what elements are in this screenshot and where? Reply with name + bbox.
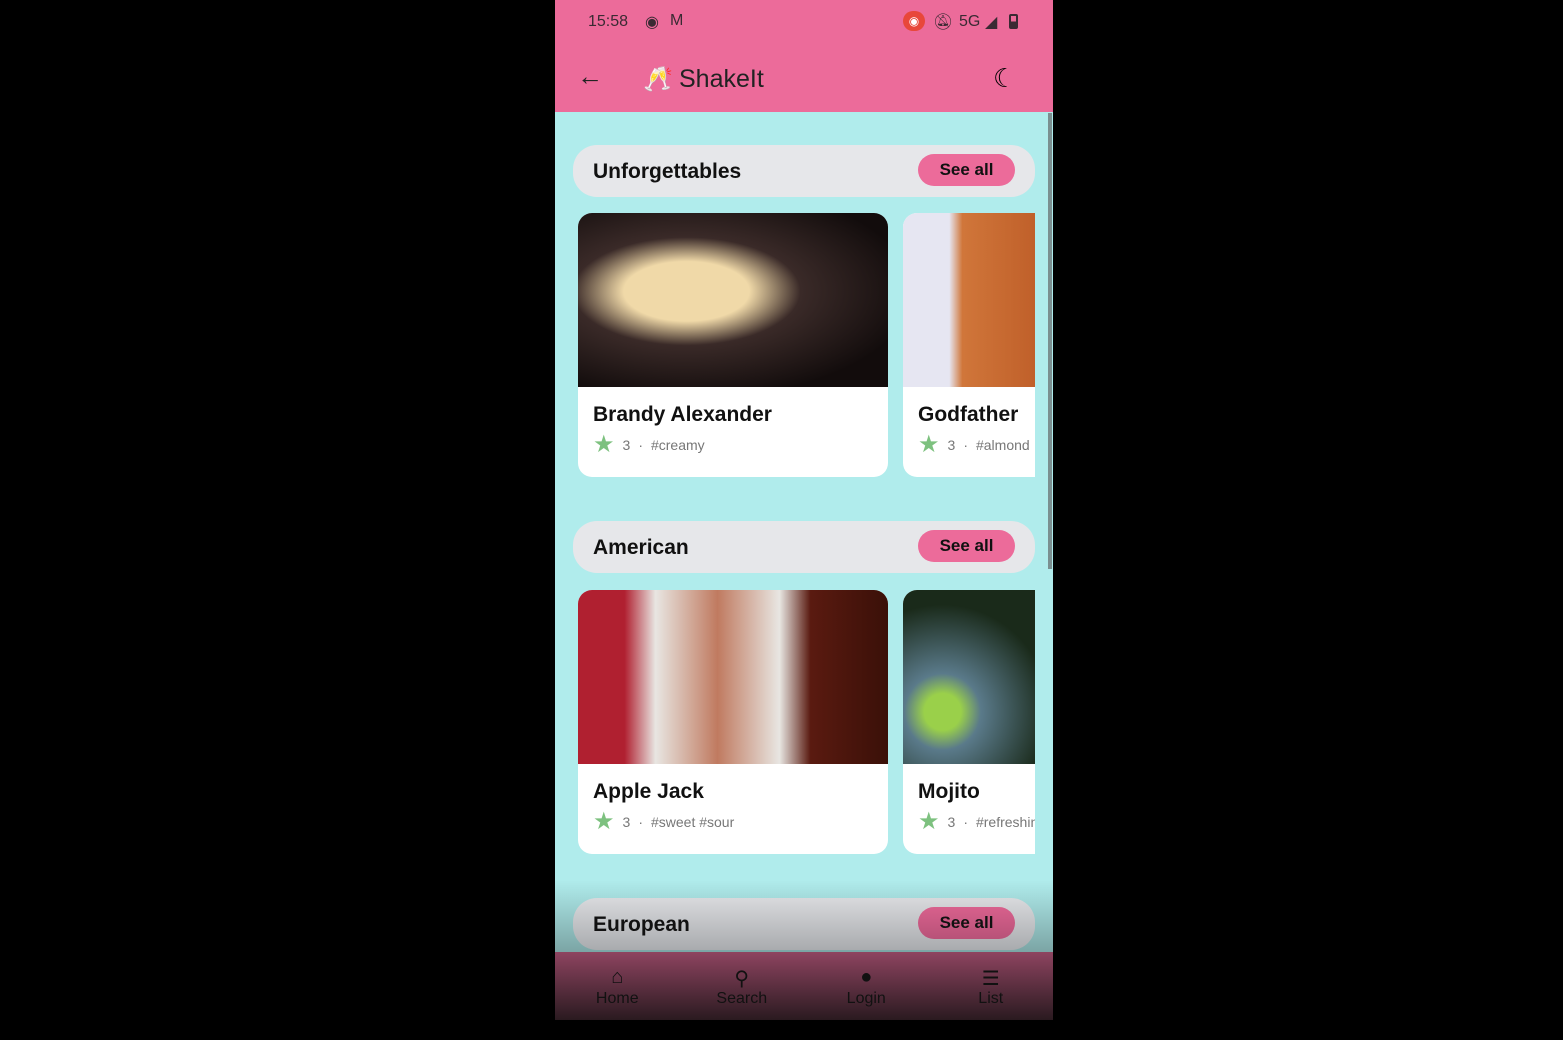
scrollbar[interactable] bbox=[1048, 113, 1052, 569]
nav-label: List bbox=[978, 990, 1004, 1007]
nav-login[interactable]: ● Login bbox=[804, 952, 929, 1020]
bottom-nav: ⌂ Home ⚲ Search ● Login ☰ List bbox=[555, 952, 1053, 1020]
cocktail-image bbox=[578, 213, 888, 387]
cocktail-image bbox=[903, 213, 1035, 387]
section-title: European bbox=[593, 913, 690, 936]
tags: #almond bbox=[975, 437, 1030, 453]
clock: 15:58 bbox=[588, 13, 629, 30]
cocktail-card[interactable]: Godfather ★ 3 · #almond bbox=[903, 213, 1035, 477]
list-icon: ☰ bbox=[981, 968, 1000, 990]
nav-label: Home bbox=[595, 990, 639, 1007]
section-header-european: European See all bbox=[573, 898, 1035, 950]
rating: 3 bbox=[622, 437, 631, 453]
logo-icon: 🥂 bbox=[643, 66, 673, 93]
battery-icon bbox=[1009, 14, 1018, 29]
signal-icon: ◢ bbox=[985, 14, 998, 31]
rating: 3 bbox=[947, 437, 956, 453]
dark-mode-toggle-icon[interactable]: ☾ bbox=[993, 63, 1016, 94]
person-icon: ● bbox=[860, 966, 873, 988]
gmail-icon: M bbox=[670, 12, 684, 29]
record-indicator-icon: ◉ bbox=[903, 11, 925, 31]
see-all-button[interactable]: See all bbox=[918, 907, 1015, 939]
cocktail-name: Apple Jack bbox=[593, 780, 704, 803]
see-all-button[interactable]: See all bbox=[918, 154, 1015, 186]
cocktail-card[interactable]: Brandy Alexander ★ 3 · #creamy bbox=[578, 213, 888, 477]
app-title: ShakeIt bbox=[679, 65, 764, 93]
rating: 3 bbox=[947, 814, 956, 830]
nav-home[interactable]: ⌂ Home bbox=[555, 952, 680, 1020]
star-icon: ★ bbox=[918, 808, 940, 835]
mute-icon: 🔕︎ bbox=[933, 14, 954, 31]
rating: 3 bbox=[622, 814, 631, 830]
section-header-american: American See all bbox=[573, 521, 1035, 573]
section-title: Unforgettables bbox=[593, 160, 742, 183]
cocktail-card[interactable]: Mojito ★3·#refreshing bbox=[903, 590, 1035, 854]
nav-label: Search bbox=[716, 990, 768, 1007]
cocktail-name: Mojito bbox=[918, 780, 980, 803]
see-all-button[interactable]: See all bbox=[918, 530, 1015, 562]
section-title: American bbox=[593, 536, 689, 559]
star-icon: ★ bbox=[918, 431, 940, 458]
section-header-unforgettables: Unforgettables See all bbox=[573, 145, 1035, 197]
cocktail-image bbox=[578, 590, 888, 764]
phone-screen: 15:58 ◉ M ◉ 🔕︎ 5G ◢ ← 🥂 ShakeIt ☾ Unforg… bbox=[555, 0, 1053, 1020]
home-icon: ⌂ bbox=[611, 966, 624, 988]
cocktail-name: Brandy Alexander bbox=[593, 403, 772, 426]
search-icon: ⚲ bbox=[734, 968, 750, 990]
status-bar: 15:58 ◉ M ◉ 🔕︎ 5G ◢ bbox=[555, 0, 1053, 45]
star-icon: ★ bbox=[593, 808, 615, 835]
nav-list[interactable]: ☰ List bbox=[929, 952, 1054, 1020]
star-icon: ★ bbox=[593, 431, 615, 458]
cocktail-name: Godfather bbox=[918, 403, 1019, 426]
cocktail-card[interactable]: Apple Jack ★ 3 · #sweet #sour bbox=[578, 590, 888, 854]
tags: #sweet #sour bbox=[650, 814, 735, 830]
nav-search[interactable]: ⚲ Search bbox=[680, 952, 805, 1020]
tags: #creamy bbox=[650, 437, 705, 453]
tags: #refreshing bbox=[975, 814, 1035, 830]
app-bar: ← 🥂 ShakeIt ☾ bbox=[555, 45, 1053, 112]
back-button[interactable]: ← bbox=[577, 61, 603, 92]
cocktail-image bbox=[903, 590, 1035, 764]
network-label: 5G bbox=[959, 13, 981, 30]
screen-record-icon: ◉ bbox=[645, 14, 659, 31]
nav-label: Login bbox=[846, 990, 886, 1007]
